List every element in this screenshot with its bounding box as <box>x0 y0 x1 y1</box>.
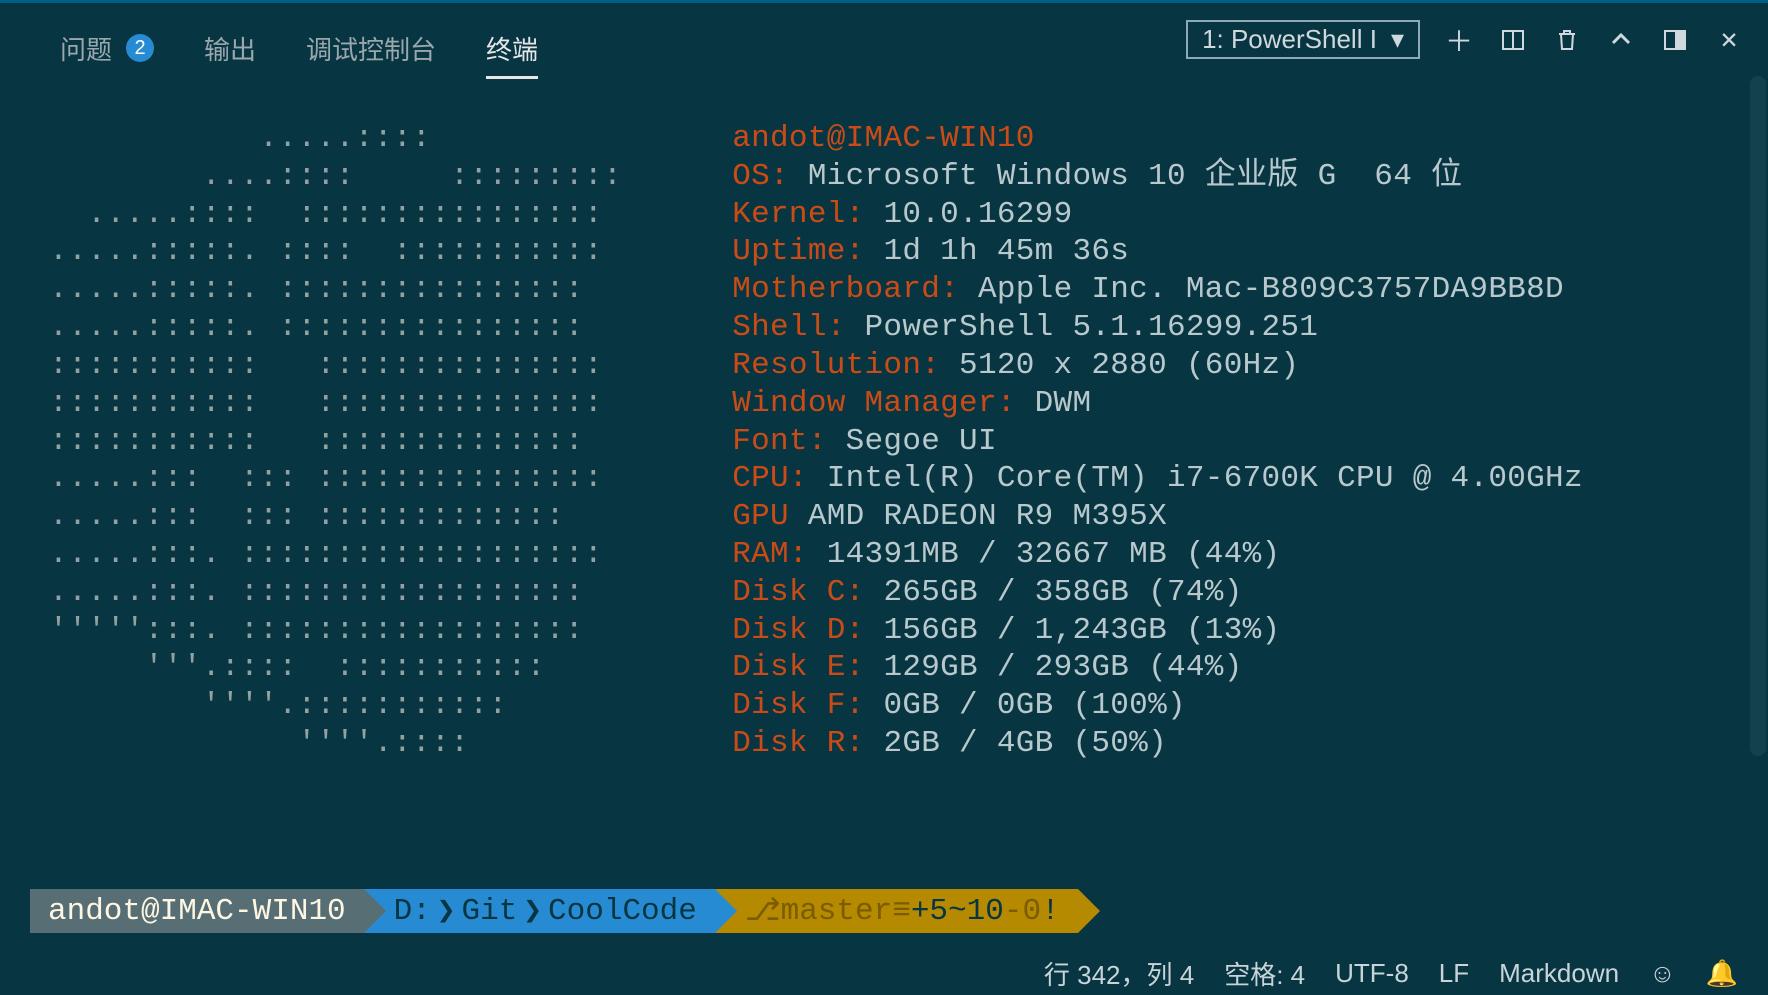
ascii-art: .....:::: ....:::: ::::::::: .....:::: :… <box>30 120 622 763</box>
move-panel-icon[interactable] <box>1660 25 1690 55</box>
res-label: Resolution: <box>732 348 940 383</box>
mb-label: Motherboard: <box>732 272 959 307</box>
tab-terminal-label: 终端 <box>486 30 538 67</box>
git-branch: master <box>781 894 893 929</box>
sys-user: andot@IMAC-WIN10 <box>732 121 1034 156</box>
chevron-icon: ❯ <box>437 892 456 930</box>
kernel-label: Kernel: <box>732 197 864 232</box>
status-eol[interactable]: LF <box>1439 958 1469 989</box>
diskc-label: Disk C: <box>732 575 864 610</box>
shell-label: Shell: <box>732 310 845 345</box>
font-value: Segoe UI <box>846 424 997 459</box>
status-spaces[interactable]: 空格: 4 <box>1224 955 1305 992</box>
tab-output[interactable]: 输出 <box>204 30 256 67</box>
status-language[interactable]: Markdown <box>1499 958 1619 989</box>
git-plus: +5 <box>911 894 948 929</box>
ram-label: RAM: <box>732 537 808 572</box>
diskf-label: Disk F: <box>732 688 864 723</box>
os-value: Microsoft Windows 10 企业版 G 64 位 <box>808 159 1462 194</box>
git-minus: -0 <box>1004 894 1041 929</box>
prompt-user-segment: andot@IMAC-WIN10 <box>30 889 364 933</box>
powerline-prompt: andot@IMAC-WIN10 D: ❯ Git ❯ CoolCode ⎇ m… <box>30 889 1738 933</box>
chevron-down-icon: ▾ <box>1391 24 1404 55</box>
prompt-git-segment: ⎇ master ≡ +5 ~10 -0 ! <box>715 889 1078 933</box>
window-top-border <box>0 0 1768 3</box>
diskc-value: 265GB / 358GB (74%) <box>883 575 1242 610</box>
tab-debug-console[interactable]: 调试控制台 <box>306 30 436 67</box>
diskr-label: Disk R: <box>732 726 864 761</box>
tab-terminal[interactable]: 终端 <box>486 30 538 67</box>
new-terminal-icon[interactable]: ＋ <box>1444 25 1474 55</box>
diske-value: 129GB / 293GB (44%) <box>883 650 1242 685</box>
problems-count-badge: 2 <box>126 34 154 62</box>
gpu-label: GPU <box>732 499 789 534</box>
terminal-toolbar: 1: PowerShell I ▾ ＋ ✕ <box>1186 20 1744 59</box>
diskd-label: Disk D: <box>732 613 864 648</box>
terminal-scrollbar[interactable] <box>1750 76 1766 756</box>
cpu-value: Intel(R) Core(TM) i7-6700K CPU @ 4.00GHz <box>827 461 1583 496</box>
chevron-icon: ❯ <box>523 892 542 930</box>
tab-output-label: 输出 <box>204 30 256 67</box>
diske-label: Disk E: <box>732 650 864 685</box>
close-panel-icon[interactable]: ✕ <box>1714 25 1744 55</box>
status-cursor[interactable]: 行 342，列 4 <box>1044 955 1194 992</box>
uptime-label: Uptime: <box>732 234 864 269</box>
git-eq-icon: ≡ <box>892 894 911 929</box>
tab-debug-label: 调试控制台 <box>306 30 436 67</box>
shell-value: PowerShell 5.1.16299.251 <box>865 310 1319 345</box>
terminal-select-value: 1: PowerShell I <box>1202 24 1377 55</box>
git-branch-icon: ⎇ <box>745 892 781 930</box>
wm-label: Window Manager: <box>732 386 1016 421</box>
kernel-value: 10.0.16299 <box>883 197 1072 232</box>
git-bang: ! <box>1041 894 1060 929</box>
prompt-path-segment: D: ❯ Git ❯ CoolCode <box>364 889 715 933</box>
terminal-select[interactable]: 1: PowerShell I ▾ <box>1186 20 1420 59</box>
notifications-icon[interactable]: 🔔 <box>1706 958 1738 989</box>
feedback-icon[interactable]: ☺ <box>1649 958 1676 989</box>
ram-value: 14391MB / 32667 MB (44%) <box>827 537 1281 572</box>
mb-value: Apple Inc. Mac-B809C3757DA9BB8D <box>978 272 1564 307</box>
terminal-output[interactable]: .....:::: ....:::: ::::::::: .....:::: :… <box>30 120 1738 915</box>
prompt-repo: CoolCode <box>548 894 697 929</box>
prompt-drive: D: <box>394 894 431 929</box>
font-label: Font: <box>732 424 827 459</box>
kill-terminal-icon[interactable] <box>1552 25 1582 55</box>
res-value: 5120 x 2880 (60Hz) <box>959 348 1299 383</box>
cpu-label: CPU: <box>732 461 808 496</box>
uptime-value: 1d 1h 45m 36s <box>883 234 1129 269</box>
diskf-value: 0GB / 0GB (100%) <box>883 688 1185 723</box>
diskr-value: 2GB / 4GB (50%) <box>883 726 1167 761</box>
maximize-panel-icon[interactable] <box>1606 25 1636 55</box>
wm-value: DWM <box>1035 386 1092 421</box>
tab-problems-label: 问题 <box>60 30 112 67</box>
split-terminal-icon[interactable] <box>1498 25 1528 55</box>
tab-problems[interactable]: 问题 2 <box>60 30 154 67</box>
git-tilde: ~10 <box>948 894 1004 929</box>
status-encoding[interactable]: UTF-8 <box>1335 958 1409 989</box>
prompt-user: andot@IMAC-WIN10 <box>48 894 346 929</box>
prompt-git: Git <box>462 894 518 929</box>
sysinfo-block: andot@IMAC-WIN10 OS: Microsoft Windows 1… <box>732 120 1583 763</box>
diskd-value: 156GB / 1,243GB (13%) <box>883 613 1280 648</box>
status-bar: 行 342，列 4 空格: 4 UTF-8 LF Markdown ☺ 🔔 <box>0 951 1768 995</box>
gpu-value: AMD RADEON R9 M395X <box>808 499 1167 534</box>
os-label: OS: <box>732 159 789 194</box>
